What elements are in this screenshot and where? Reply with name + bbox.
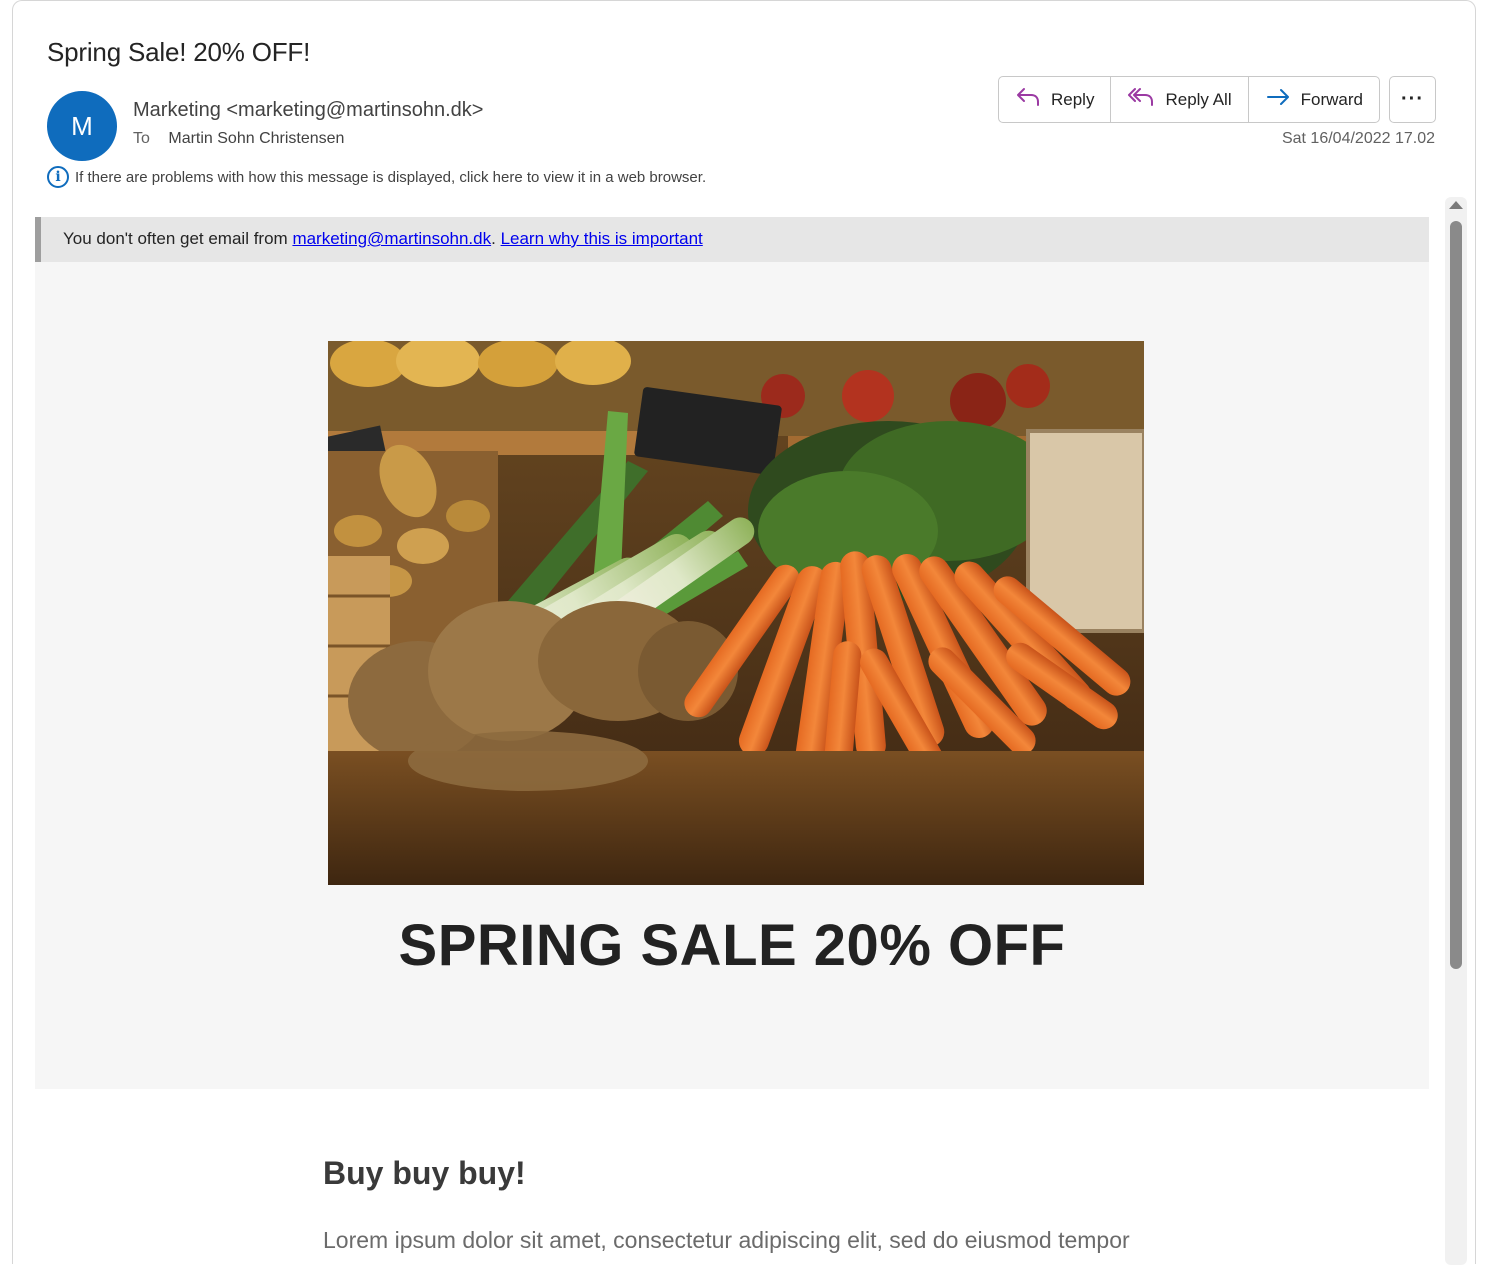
recipient-name[interactable]: Martin Sohn Christensen <box>168 130 344 147</box>
content-heading: Buy buy buy! <box>323 1155 526 1191</box>
display-problem-text[interactable]: If there are problems with how this mess… <box>75 169 706 186</box>
email-reading-pane: Spring Sale! 20% OFF! M Marketing <marke… <box>12 0 1476 1265</box>
learn-why-link[interactable]: Learn why this is important <box>501 229 703 248</box>
email-subject: Spring Sale! 20% OFF! <box>47 37 311 67</box>
message-actions: Reply Reply All Forward <box>998 76 1380 123</box>
reply-all-icon <box>1127 86 1155 113</box>
to-label: To <box>133 130 150 147</box>
sender-avatar[interactable]: M <box>47 91 117 161</box>
reply-all-label: Reply All <box>1165 89 1232 109</box>
scroll-up-arrow-icon[interactable] <box>1449 201 1463 209</box>
scrollbar-thumb[interactable] <box>1450 221 1462 969</box>
reply-all-button[interactable]: Reply All <box>1111 77 1249 122</box>
hero-section: SPRING SALE 20% OFF <box>35 262 1429 1089</box>
more-icon: ··· <box>1401 88 1424 110</box>
recipient-line: To Martin Sohn Christensen <box>133 130 344 148</box>
first-contact-banner: You don't often get email from marketing… <box>35 217 1429 262</box>
forward-label: Forward <box>1300 89 1363 109</box>
sender-email-link[interactable]: marketing@martinsohn.dk <box>292 229 491 248</box>
reply-label: Reply <box>1051 89 1095 109</box>
sale-headline: SPRING SALE 20% OFF <box>398 913 1066 978</box>
content-paragraph: Lorem ipsum dolor sit amet, consectetur … <box>323 1227 1130 1253</box>
reply-button[interactable]: Reply <box>999 77 1112 122</box>
sender-name[interactable]: Marketing <marketing@martinsohn.dk> <box>133 99 483 122</box>
banner-text: You don't often get email from <box>63 229 293 248</box>
info-icon: i <box>47 166 69 188</box>
banner-separator: . <box>491 229 501 248</box>
message-body: You don't often get email from marketing… <box>35 217 1431 1265</box>
reply-icon <box>1015 86 1041 113</box>
more-actions-button[interactable]: ··· <box>1389 76 1436 123</box>
forward-icon <box>1265 86 1291 113</box>
forward-button[interactable]: Forward <box>1249 77 1379 122</box>
vertical-scrollbar[interactable] <box>1445 197 1467 1265</box>
display-problem-notice[interactable]: i If there are problems with how this me… <box>47 166 706 188</box>
vegetable-market-image <box>328 341 1144 885</box>
received-date: Sat 16/04/2022 17.02 <box>1281 130 1435 147</box>
